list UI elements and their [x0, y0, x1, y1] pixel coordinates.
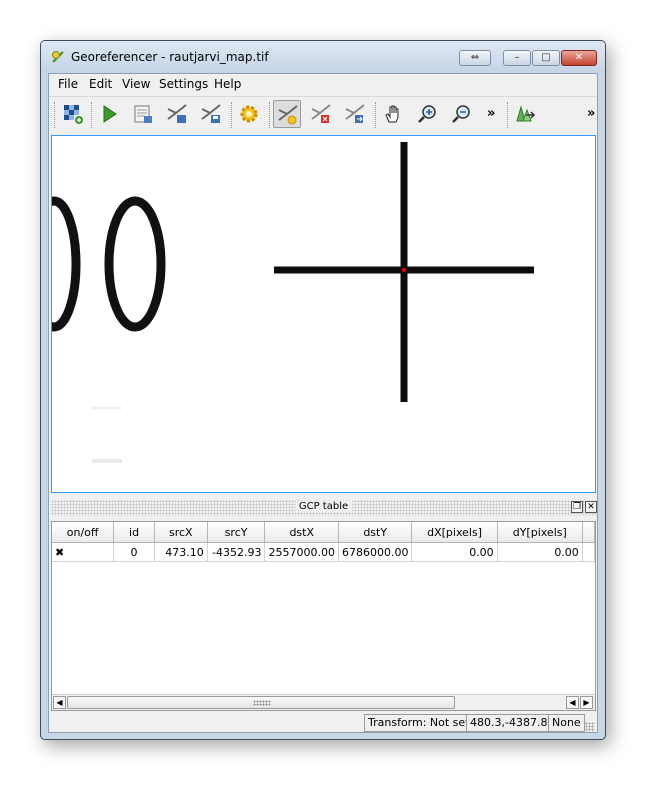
- delete-point-icon: [311, 104, 331, 123]
- menu-help[interactable]: Help: [214, 77, 241, 91]
- col-header-dy[interactable]: dY[pixels]: [497, 522, 583, 543]
- col-header-srcx[interactable]: srcX: [154, 522, 208, 543]
- dock-float-button[interactable]: ❐: [571, 501, 583, 513]
- title-bar[interactable]: Georeferencer - rautjarvi_map.tif ⇔ – □ …: [41, 41, 605, 73]
- pan-button[interactable]: [379, 100, 407, 128]
- menu-file[interactable]: File: [58, 77, 78, 91]
- maximize-button[interactable]: □: [532, 50, 560, 66]
- open-raster-button[interactable]: [59, 100, 87, 128]
- transform-status: Transform: Not set: [364, 714, 474, 732]
- save-gcp-points-button[interactable]: [197, 100, 225, 128]
- toolbar-overflow-button-2[interactable]: »: [587, 106, 595, 121]
- start-georeferencing-icon: [103, 105, 117, 123]
- col-header-filler: [582, 522, 595, 543]
- move-gcp-point-icon: [345, 104, 365, 123]
- scroll-left-button-2[interactable]: ◀: [566, 696, 579, 709]
- generate-gdal-script-icon: [134, 105, 152, 123]
- qgis-app-icon: [52, 51, 64, 63]
- gcp-table-header: on/off id srcX srcY dstX dstY dX[pixels]…: [52, 522, 595, 543]
- zoom-out-button[interactable]: [447, 100, 475, 128]
- window-title: Georeferencer - rautjarvi_map.tif: [71, 50, 269, 64]
- zoom-in-icon: [418, 105, 436, 123]
- col-header-srcy[interactable]: srcY: [207, 522, 266, 543]
- toolbar-separator: [231, 102, 233, 128]
- toolbar-overflow-button[interactable]: »: [487, 106, 495, 121]
- menu-view[interactable]: View: [122, 77, 150, 91]
- transformation-settings-icon: [240, 105, 258, 123]
- move-gcp-point-button[interactable]: [341, 100, 369, 128]
- minimize-button[interactable]: –: [503, 50, 531, 66]
- status-bar: Transform: Not set 480.3,-4387.8 None: [49, 712, 597, 734]
- transformation-settings-button[interactable]: [235, 100, 263, 128]
- raster-view: [52, 142, 534, 463]
- toolbar: » »: [49, 96, 597, 133]
- size-grip[interactable]: [585, 722, 595, 732]
- gcp-enabled-checkbox[interactable]: ✖: [52, 542, 115, 562]
- scroll-right-button[interactable]: ▶: [580, 696, 593, 709]
- crs-status[interactable]: None: [548, 714, 585, 732]
- menu-edit[interactable]: Edit: [89, 77, 112, 91]
- zoom-in-button[interactable]: [413, 100, 441, 128]
- add-point-button[interactable]: [273, 100, 301, 128]
- col-header-onoff[interactable]: on/off: [52, 522, 115, 543]
- restore-layout-button[interactable]: ⇔: [459, 50, 491, 66]
- toolbar-handle[interactable]: [507, 102, 509, 128]
- toolbar-separator: [269, 102, 271, 128]
- cell-dy[interactable]: 0.00: [497, 542, 583, 562]
- menu-bar: File Edit View Settings Help: [49, 74, 597, 94]
- open-raster-icon: [64, 105, 83, 124]
- col-header-dstx[interactable]: dstX: [264, 522, 339, 543]
- toolbar-separator: [375, 102, 377, 128]
- col-header-id[interactable]: id: [113, 522, 155, 543]
- col-header-dx[interactable]: dX[pixels]: [411, 522, 498, 543]
- horizontal-scrollbar[interactable]: ◀ ◀ ▶: [52, 694, 595, 710]
- map-text-00: [52, 196, 166, 332]
- start-georeferencing-button[interactable]: [95, 100, 123, 128]
- scroll-grip-icon: [253, 700, 271, 706]
- cell-dstx[interactable]: 2557000.00: [264, 542, 339, 562]
- table-row[interactable]: ✖ 0 473.10 -4352.93 2557000.00 6786000.0…: [52, 542, 595, 562]
- delete-point-button[interactable]: [307, 100, 335, 128]
- scroll-left-button[interactable]: ◀: [53, 696, 66, 709]
- georeferencer-window: Georeferencer - rautjarvi_map.tif ⇔ – □ …: [40, 40, 606, 740]
- load-gcp-points-button[interactable]: [163, 100, 191, 128]
- pan-icon: [385, 105, 399, 123]
- cell-dx[interactable]: 0.00: [411, 542, 498, 562]
- col-header-dsty[interactable]: dstY: [338, 522, 413, 543]
- generate-gdal-script-button[interactable]: [129, 100, 157, 128]
- client-area: File Edit View Settings Help » » GCP tab…: [48, 73, 598, 733]
- menu-settings[interactable]: Settings: [159, 77, 208, 91]
- cell-dsty[interactable]: 6786000.00: [338, 542, 413, 562]
- cell-filler: [582, 542, 595, 562]
- save-gcp-points-icon: [201, 104, 221, 123]
- load-gcp-points-icon: [167, 104, 187, 123]
- cell-srcx[interactable]: 473.10: [154, 542, 208, 562]
- gcp-table: on/off id srcX srcY dstX dstY dX[pixels]…: [51, 521, 596, 711]
- cell-srcy[interactable]: -4352.93: [207, 542, 266, 562]
- zoom-out-icon: [452, 105, 470, 123]
- map-canvas[interactable]: [51, 135, 596, 493]
- add-point-icon: [278, 105, 298, 125]
- toolbar-handle[interactable]: [54, 102, 56, 128]
- cell-id[interactable]: 0: [113, 542, 155, 562]
- link-georeferencer-to-qgis-button[interactable]: [511, 100, 539, 128]
- gcp-point-marker[interactable]: [402, 268, 406, 272]
- gcp-dock-titlebar[interactable]: GCP table ❐ ✕: [51, 500, 597, 516]
- scroll-thumb[interactable]: [67, 696, 455, 709]
- coordinate-readout: 480.3,-4387.8: [466, 714, 552, 732]
- link-georeferencer-to-qgis-icon: [516, 105, 536, 122]
- dock-close-button[interactable]: ✕: [585, 501, 597, 513]
- gcp-dock-title: GCP table: [294, 501, 353, 512]
- toolbar-separator: [91, 102, 93, 128]
- close-button[interactable]: ✕: [561, 50, 597, 66]
